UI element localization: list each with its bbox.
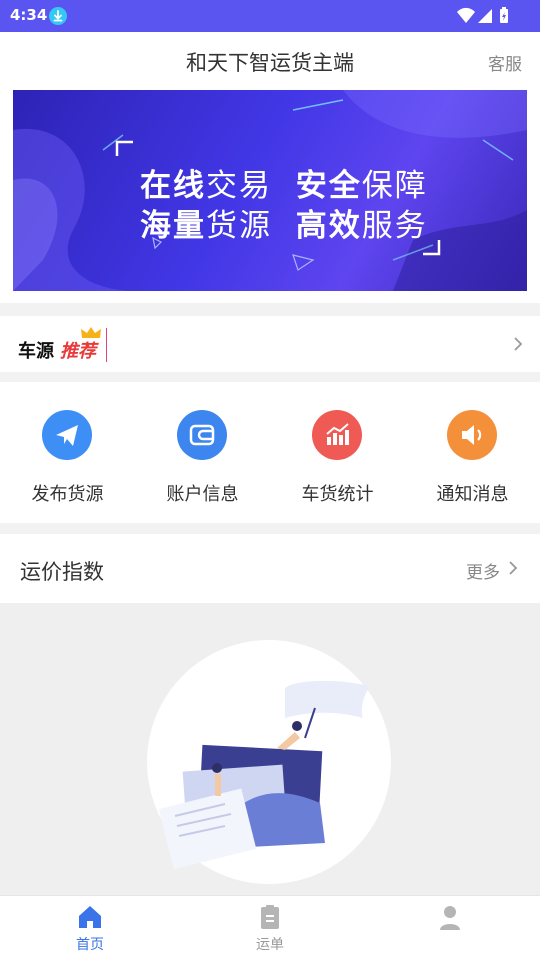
status-time: 4:34 [10, 6, 48, 24]
menu-item-account-info[interactable]: 账户信息 [135, 382, 270, 523]
recommend-tag: 推荐 [60, 341, 96, 362]
bottom-tab-bar: 首页 运单 [0, 895, 540, 960]
signal-icon [478, 9, 492, 23]
customer-service-button[interactable]: 客服 [488, 50, 522, 75]
battery-icon [500, 7, 508, 23]
crown-icon [80, 325, 102, 339]
menu-item-publish-goods[interactable]: 发布货源 [0, 382, 135, 523]
menu-label: 车货统计 [301, 484, 374, 505]
home-icon [76, 904, 104, 930]
banner-line-2: 海量货源 高效服务 [140, 208, 428, 244]
menu-label: 发布货源 [31, 484, 104, 505]
menu-label: 通知消息 [436, 484, 509, 505]
banner-line-1: 在线交易 安全保障 [140, 168, 428, 204]
speaker-icon [447, 410, 497, 460]
download-icon [49, 7, 67, 25]
promo-banner[interactable]: 在线交易 安全保障 海量货源 高效服务 [13, 90, 527, 291]
empty-state-illustration [145, 638, 395, 888]
clipboard-icon [256, 904, 284, 930]
paper-plane-icon [42, 410, 92, 460]
user-icon [436, 904, 464, 930]
wifi-icon [457, 7, 475, 23]
freight-index-title: 运价指数 [20, 560, 104, 584]
vehicle-recommend-row[interactable]: 车源 推荐 [0, 316, 540, 372]
chevron-right-icon[interactable] [510, 335, 526, 353]
tab-orders[interactable]: 运单 [220, 896, 320, 960]
status-bar: 4:34 [0, 0, 540, 32]
banner-section: 在线交易 安全保障 海量货源 高效服务 [0, 90, 540, 303]
chevron-right-icon[interactable] [506, 559, 520, 577]
page-title: 和天下智运货主端 [186, 51, 354, 75]
wallet-icon [177, 410, 227, 460]
menu-item-cargo-stats[interactable]: 车货统计 [270, 382, 405, 523]
menu-label: 账户信息 [166, 484, 239, 505]
quick-menu: 发布货源 账户信息 车货统计 通知消息 [0, 382, 540, 523]
chart-icon [312, 410, 362, 460]
freight-index-content [0, 603, 540, 895]
status-icons [456, 7, 512, 25]
freight-index-header: 运价指数 更多 [0, 534, 540, 603]
app-header: 和天下智运货主端 客服 [0, 32, 540, 90]
tab-home[interactable]: 首页 [40, 896, 140, 960]
recommend-label: 车源 [18, 341, 54, 362]
tab-label: 首页 [76, 937, 104, 953]
menu-item-notifications[interactable]: 通知消息 [405, 382, 540, 523]
more-link[interactable]: 更多 [466, 558, 500, 583]
recommend-divider [106, 328, 107, 362]
tab-label: 运单 [256, 937, 284, 953]
tab-profile[interactable] [400, 896, 500, 960]
